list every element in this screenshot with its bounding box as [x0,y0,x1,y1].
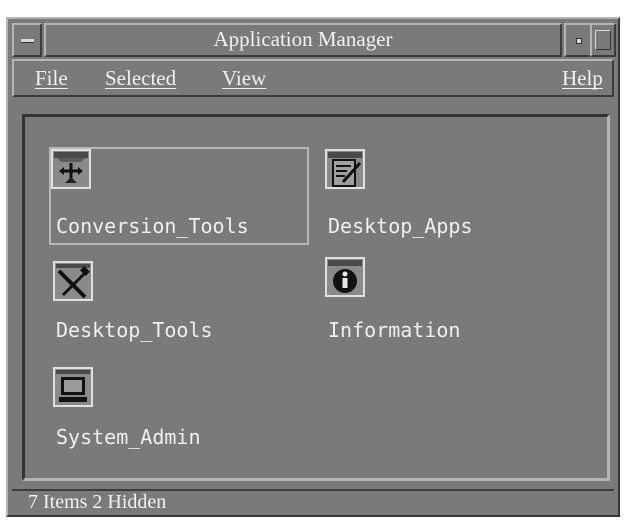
menu-help[interactable]: Help [562,66,603,90]
window-title[interactable]: Application Manager [44,23,562,57]
menu-selected[interactable]: Selected [105,66,176,90]
information-icon [325,257,365,297]
app-group-label: Desktop_Tools [56,318,213,342]
app-group-label: Conversion_Tools [56,214,249,238]
minimize-icon [576,38,582,44]
application-group-pane: Conversion_Tools Desktop_Apps Desktop_To… [22,114,610,481]
system-admin-icon [53,367,93,407]
app-group-label: Desktop_Apps [328,214,473,238]
desktop-tools-icon [53,261,93,301]
status-bar: 7 Items 2 Hidden [12,489,614,515]
title-bar[interactable]: Application Manager [12,23,616,59]
window-menu-button[interactable] [12,23,42,57]
application-manager-window: Application Manager File Selected View H… [6,17,620,517]
maximize-button[interactable] [590,23,616,57]
app-group-label: System_Admin [56,425,201,449]
desktop-apps-icon [325,149,365,189]
maximize-icon [595,30,611,50]
conversion-tools-icon [51,149,91,189]
app-group-label: Information [328,318,461,342]
menu-file[interactable]: File [35,66,68,90]
menu-bar: File Selected View Help [12,59,614,97]
window-menu-icon [21,39,34,43]
menu-view[interactable]: View [222,66,266,90]
